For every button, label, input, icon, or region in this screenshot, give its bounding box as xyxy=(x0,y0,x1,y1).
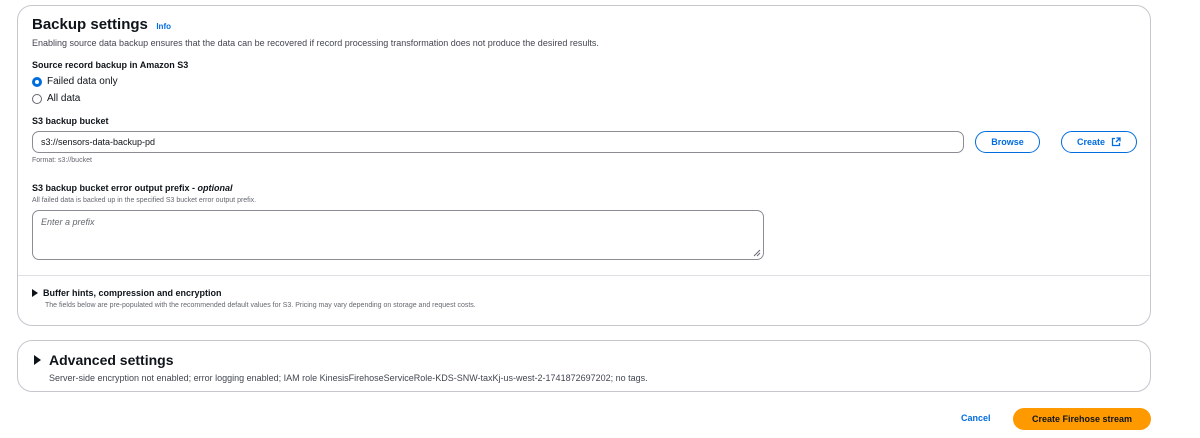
radio-all-data-label: All data xyxy=(47,93,81,104)
create-button-label: Create xyxy=(1076,137,1105,147)
bucket-format-hint: Format: s3://bucket xyxy=(32,157,92,164)
buffer-hints-expander[interactable]: Buffer hints, compression and encryption xyxy=(32,288,222,298)
radio-selected-icon[interactable] xyxy=(32,76,42,87)
resize-grip-icon[interactable] xyxy=(753,249,761,257)
buffer-hints-title: Buffer hints, compression and encryption xyxy=(43,288,222,298)
backup-settings-panel: Backup settings Info Enabling source dat… xyxy=(17,5,1151,326)
create-firehose-stream-label: Create Firehose stream xyxy=(1031,414,1133,424)
advanced-settings-title: Advanced settings xyxy=(49,352,174,368)
prefix-hint: All failed data is backed up in the spec… xyxy=(32,197,257,204)
caret-right-icon xyxy=(32,289,38,297)
radio-all-data[interactable]: All data xyxy=(32,93,80,104)
bucket-input[interactable]: s3://sensors-data-backup-pd xyxy=(32,131,964,153)
prefix-optional-text: optional xyxy=(197,183,233,193)
radio-unselected-icon[interactable] xyxy=(32,93,42,104)
backup-settings-title: Backup settings xyxy=(32,16,148,33)
buffer-hints-description: The fields below are pre-populated with … xyxy=(45,302,476,309)
advanced-settings-expander[interactable]: Advanced settings xyxy=(34,352,173,368)
create-firehose-stream-button[interactable]: Create Firehose stream xyxy=(1013,408,1151,430)
advanced-settings-summary: Server-side encryption not enabled; erro… xyxy=(49,373,648,383)
prefix-textarea[interactable]: Enter a prefix xyxy=(32,210,764,260)
cancel-button[interactable]: Cancel xyxy=(961,413,991,423)
backup-settings-description: Enabling source data backup ensures that… xyxy=(32,38,599,48)
info-link[interactable]: Info xyxy=(156,22,171,31)
section-divider xyxy=(18,275,1150,276)
prefix-placeholder: Enter a prefix xyxy=(41,217,95,227)
browse-button[interactable]: Browse xyxy=(975,131,1040,153)
radio-failed-data-only-label: Failed data only xyxy=(47,76,118,87)
prefix-label: S3 backup bucket error output prefix - o… xyxy=(32,183,233,193)
prefix-label-text: S3 backup bucket error output prefix - xyxy=(32,183,198,193)
radio-failed-data-only[interactable]: Failed data only xyxy=(32,76,118,87)
bucket-label: S3 backup bucket xyxy=(32,116,109,126)
external-link-icon xyxy=(1111,137,1121,147)
caret-right-icon xyxy=(34,355,41,365)
backup-settings-header: Backup settings Info xyxy=(32,16,171,34)
browse-button-label: Browse xyxy=(991,137,1024,147)
advanced-settings-panel: Advanced settings Server-side encryption… xyxy=(17,340,1151,392)
source-backup-label: Source record backup in Amazon S3 xyxy=(32,60,189,70)
create-bucket-button[interactable]: Create xyxy=(1061,131,1137,153)
